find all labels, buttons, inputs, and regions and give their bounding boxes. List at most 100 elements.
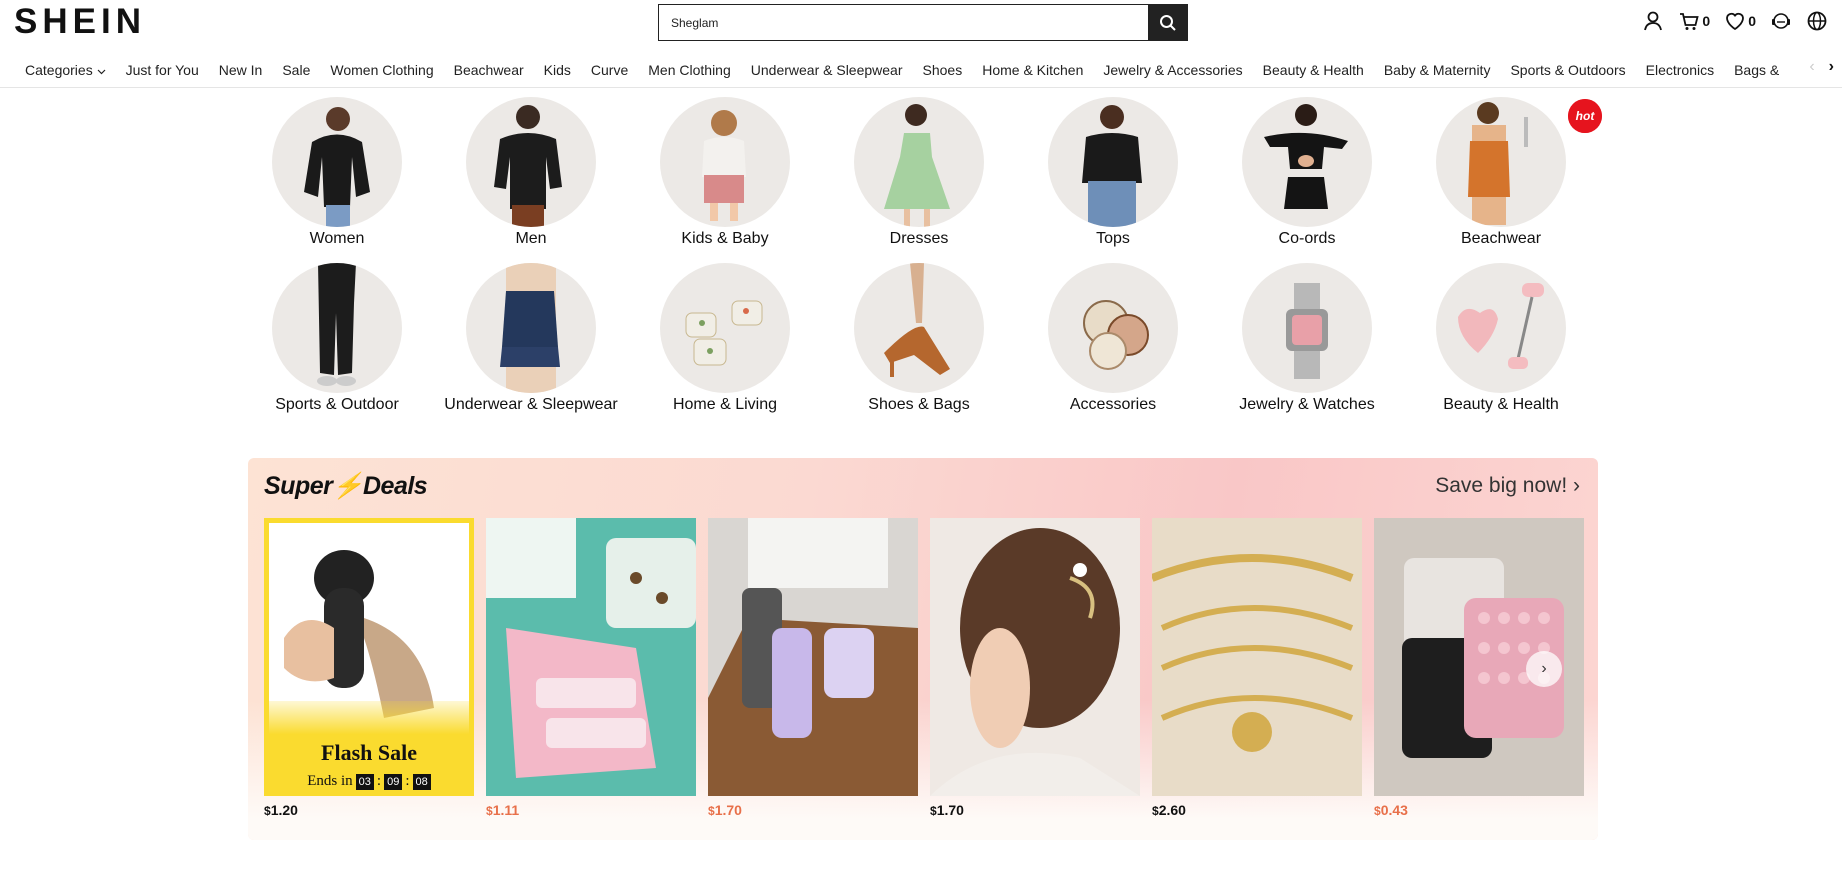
bolt-icon: ⚡	[332, 472, 363, 500]
men-model-image	[494, 105, 562, 227]
cart-count: 0	[1702, 13, 1711, 29]
watch-image	[1286, 283, 1328, 379]
account-button[interactable]	[1642, 10, 1664, 32]
nav-list: Categories Just for You New In Sale Wome…	[0, 52, 1782, 88]
nav-item-sale[interactable]: Sale	[272, 52, 320, 88]
nav-item-beachwear[interactable]: Beachwear	[444, 52, 534, 88]
category-image	[272, 263, 402, 393]
category-image	[1048, 263, 1178, 393]
category-image	[1048, 97, 1178, 227]
hot-badge: hot	[1568, 99, 1602, 133]
nav-item-jewelry-accessories[interactable]: Jewelry & Accessories	[1093, 52, 1252, 88]
super-deals-section: Super⚡Deals Save big now! › Flash Sale E…	[248, 458, 1598, 840]
category-image	[466, 97, 596, 227]
nav-item-bags-luggage[interactable]: Bags & Luggage	[1724, 52, 1782, 88]
nav-item-kids[interactable]: Kids	[534, 52, 581, 88]
nav-item-beauty-health[interactable]: Beauty & Health	[1253, 52, 1374, 88]
nav-item-new-in[interactable]: New In	[209, 52, 273, 88]
product-price: $1.11	[486, 802, 520, 818]
product-image	[486, 518, 696, 796]
nav-item-baby-maternity[interactable]: Baby & Maternity	[1374, 52, 1501, 88]
nav-arrows: ‹ ›	[1803, 58, 1834, 76]
scrunchies-image	[1083, 300, 1149, 370]
category-image	[854, 97, 984, 227]
product-image: Flash Sale Ends in 03: 09: 08	[264, 518, 474, 796]
category-image	[660, 97, 790, 227]
save-big-now-link[interactable]: Save big now! ›	[1435, 474, 1580, 498]
beachwear-model-image	[1468, 102, 1528, 225]
category-image	[272, 97, 402, 227]
category-accessories[interactable]: Accessories	[1016, 263, 1210, 414]
category-image	[1242, 97, 1372, 227]
flash-sale-timer: Ends in 03: 09: 08	[264, 773, 474, 790]
cart-icon	[1680, 13, 1700, 30]
category-image	[854, 263, 984, 393]
chevron-right-icon: ›	[1573, 474, 1580, 497]
category-beauty-health[interactable]: Beauty & Health	[1404, 263, 1598, 414]
deals-products: Flash Sale Ends in 03: 09: 08 $1.20 $1.1…	[264, 518, 1584, 818]
category-sports-outdoor[interactable]: Sports & Outdoor	[240, 263, 434, 414]
support-icon	[1772, 13, 1790, 29]
category-image	[1436, 263, 1566, 393]
nav-item-just-for-you[interactable]: Just for You	[116, 52, 209, 88]
category-image	[1242, 263, 1372, 393]
product-price: $2.60	[1152, 802, 1186, 818]
carousel-next-button[interactable]: ›	[1526, 651, 1562, 687]
product-card[interactable]: $1.11	[486, 518, 696, 818]
search-input[interactable]	[659, 5, 1148, 40]
nav-next-icon[interactable]: ›	[1829, 58, 1834, 76]
product-price: $1.70	[708, 802, 742, 818]
nav-item-curve[interactable]: Curve	[581, 52, 638, 88]
category-image	[660, 263, 790, 393]
category-co-ords[interactable]: hot Co-ords	[1210, 97, 1602, 248]
super-deals-logo: Super⚡Deals	[264, 472, 428, 500]
women-model-image	[304, 107, 370, 227]
category-shoes-bags[interactable]: Shoes & Bags	[822, 263, 1016, 414]
product-card[interactable]: Flash Sale Ends in 03: 09: 08 $1.20	[264, 518, 474, 818]
wishlist-count: 0	[1748, 13, 1756, 29]
heart-icon	[1726, 12, 1745, 31]
category-home-living[interactable]: Home & Living	[628, 263, 822, 414]
nav-item-men-clothing[interactable]: Men Clothing	[638, 52, 741, 88]
support-button[interactable]	[1770, 10, 1792, 32]
nav-item-underwear-sleepwear[interactable]: Underwear & Sleepwear	[741, 52, 913, 88]
product-image	[708, 518, 918, 796]
header: SHEIN 0 0	[0, 0, 1842, 44]
co-ords-model-image	[1264, 104, 1348, 209]
globe-icon	[1807, 11, 1827, 31]
nav-item-shoes[interactable]: Shoes	[913, 52, 973, 88]
face-roller-image	[1458, 283, 1544, 369]
search-button[interactable]	[1148, 5, 1187, 40]
product-card[interactable]: $1.70	[930, 518, 1140, 818]
category-jewelry-watches[interactable]: Jewelry & Watches	[1210, 263, 1404, 414]
category-underwear-sleepwear[interactable]: Underwear & Sleepwear	[434, 263, 628, 414]
chevron-right-icon: ›	[1541, 660, 1547, 677]
kid-model-image	[702, 110, 746, 221]
category-women[interactable]: Women	[240, 97, 434, 248]
user-icon	[1644, 11, 1663, 31]
wishlist-button[interactable]: 0	[1724, 10, 1756, 32]
sleepwear-model-image	[500, 263, 560, 393]
category-dresses[interactable]: hot Dresses	[822, 97, 1602, 248]
search-icon	[1159, 14, 1176, 31]
category-men[interactable]: Men	[434, 97, 628, 248]
product-price: $1.70	[930, 802, 964, 818]
language-button[interactable]	[1806, 10, 1828, 32]
cart-button[interactable]: 0	[1678, 10, 1710, 32]
product-card[interactable]: $1.70	[708, 518, 918, 818]
heels-image	[884, 263, 950, 377]
nav-item-sports-outdoors[interactable]: Sports & Outdoors	[1500, 52, 1635, 88]
category-kids-baby[interactable]: Kids & Baby	[628, 97, 822, 248]
shein-logo[interactable]: SHEIN	[14, 3, 146, 41]
product-card[interactable]: $2.60	[1152, 518, 1362, 818]
sports-model-image	[317, 263, 356, 386]
category-image	[1436, 97, 1566, 227]
nav-prev-icon[interactable]: ‹	[1809, 58, 1814, 76]
dress-model-image	[884, 104, 950, 227]
nav-item-electronics[interactable]: Electronics	[1636, 52, 1724, 88]
nav-item-categories[interactable]: Categories	[0, 52, 116, 88]
nav-item-home-kitchen[interactable]: Home & Kitchen	[972, 52, 1093, 88]
category-tops[interactable]: Tops	[1016, 97, 1210, 248]
nav-item-women-clothing[interactable]: Women Clothing	[320, 52, 443, 88]
category-row-1: Women Men Kids & Baby hot Dresses Tops	[240, 97, 1602, 248]
